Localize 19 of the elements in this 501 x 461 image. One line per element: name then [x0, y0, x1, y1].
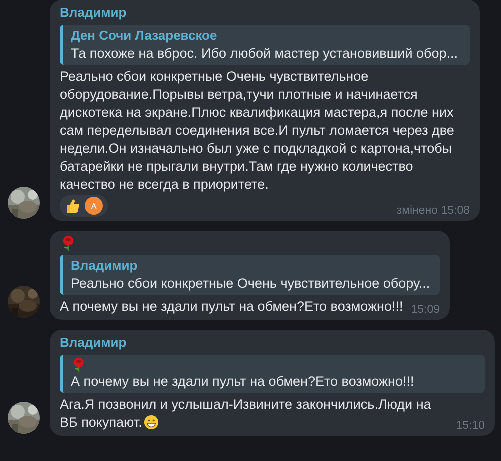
message-time: змінено 15:08 — [396, 205, 470, 217]
sender-name: Владимир — [60, 4, 127, 22]
reply-text: А почему вы не здали пульт на обмен?Ето возможно!!! — [71, 373, 414, 391]
message-text: Ага.Я позвонил и услышал-Извините закончились.Люди на ВБ покупают. — [60, 396, 432, 432]
reply-text: Реально сбои конкретные Очень чувствительное обору... — [71, 275, 430, 293]
reply-quote[interactable]: Ден Сочи Лазаревское Та похоже на вброс. Ибо любой мастер установивший обор... — [60, 25, 470, 65]
reply-quote[interactable]: Владимир Реально сбои конкретные Очень чувствительное обору... — [60, 255, 440, 295]
message-text: А почему вы не здали пульт на обмен?Ето возможно!!! — [60, 298, 404, 316]
thumbs-up-icon — [65, 198, 81, 214]
reactor-avatar: A — [85, 197, 103, 215]
reply-author: Ден Сочи Лазаревское — [71, 27, 218, 45]
sender-name: Владимир — [60, 334, 127, 352]
message-time: 15:10 — [456, 420, 485, 432]
reply-quote[interactable]: А почему вы не здали пульт на обмен?Ето возможно!!! — [60, 355, 485, 393]
message-time: 15:09 — [411, 304, 440, 316]
grinning-face-icon — [144, 415, 160, 430]
reply-text: Та похоже на вброс. Ибо любой мастер установивший обор... — [71, 45, 458, 63]
reply-author: Владимир — [71, 257, 138, 275]
message-text: Реально сбои конкретные Очень чувствительное оборудование.Порывы ветра,тучи плотные и начинается дискотека на экране.Плюс квалификация мастера,я после них сам переделывал соединения все.И пульт ломается через две недели.Он изначально был уже с подкладкой с картона,чтобы батарейки не прыгали внутри.Там где нужно количество качество не всегда в приоритете. — [60, 68, 456, 194]
